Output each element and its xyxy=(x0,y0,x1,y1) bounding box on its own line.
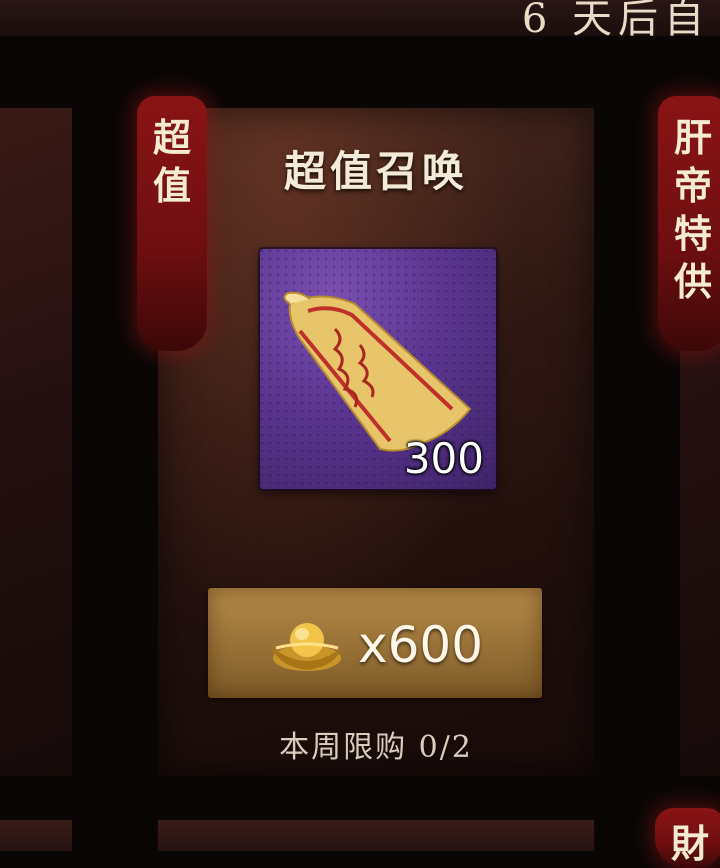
bottom-card-left[interactable] xyxy=(0,820,72,851)
left-neighbor-card[interactable] xyxy=(0,108,72,776)
buy-button[interactable]: x600 xyxy=(208,588,542,698)
tag-char-2: 值 xyxy=(152,163,191,208)
neighbor-tag-char-4: 供 xyxy=(673,259,712,304)
tag-ribbon: 超 值 xyxy=(137,96,207,351)
card-title: 超值召唤 xyxy=(283,147,468,196)
bottom-card-center[interactable] xyxy=(158,820,594,851)
bottom-tag-ribbon: 財 xyxy=(655,808,720,868)
item-count: 300 xyxy=(403,434,484,483)
item-slot[interactable]: 300 xyxy=(260,249,496,489)
neighbor-tag-char-1: 肝 xyxy=(673,115,712,160)
countdown-text: 6 天后自 xyxy=(521,0,710,42)
neighbor-tag-char-2: 帝 xyxy=(673,163,712,208)
purchase-limit: 本周限购 0/2 xyxy=(279,730,473,765)
neighbor-tag-char-3: 特 xyxy=(673,211,712,256)
neighbor-tag-ribbon: 肝 帝 特 供 xyxy=(658,96,720,351)
bottom-tag-label: 財 xyxy=(670,821,709,866)
price-label: x600 xyxy=(358,616,484,674)
gold-ingot-icon xyxy=(273,623,341,671)
top-bar: 6 天后自 xyxy=(0,0,720,42)
tag-char-1: 超 xyxy=(152,115,191,160)
